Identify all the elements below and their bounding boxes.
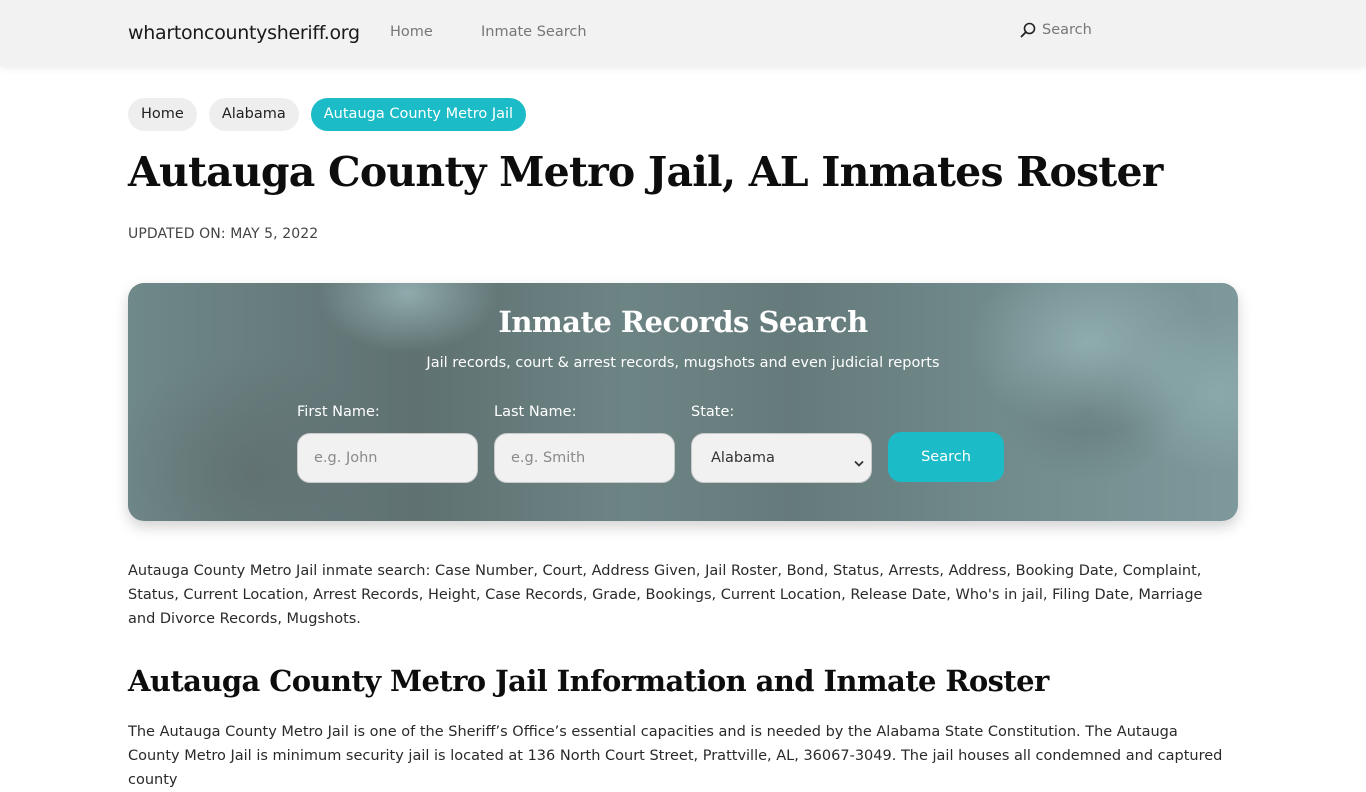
first-name-field-group: First Name: (297, 404, 478, 483)
state-select[interactable]: Alabama (691, 433, 872, 483)
page-title: Autauga County Metro Jail, AL Inmates Ro… (128, 148, 1163, 196)
info-paragraph: The Autauga County Metro Jail is one of … (128, 724, 1223, 788)
header-search-button[interactable]: Search (1020, 22, 1092, 38)
nav-home-link[interactable]: Home (390, 24, 433, 40)
last-name-field-group: Last Name: (494, 404, 675, 483)
site-brand-link[interactable]: whartoncountysheriff.org (128, 22, 360, 44)
first-name-label: First Name: (297, 404, 380, 420)
search-icon (1020, 22, 1036, 38)
last-name-input[interactable] (494, 433, 675, 483)
inmate-search-card: Inmate Records Search Jail records, cour… (128, 283, 1238, 521)
last-name-label: Last Name: (494, 404, 577, 420)
state-label: State: (691, 404, 735, 420)
breadcrumb-alabama[interactable]: Alabama (208, 98, 299, 131)
breadcrumb: Home Alabama Autauga County Metro Jail (128, 98, 527, 131)
breadcrumb-home[interactable]: Home (128, 98, 197, 131)
top-navbar: whartoncountysheriff.org Home Inmate Sea… (0, 0, 1366, 66)
breadcrumb-current-jail[interactable]: Autauga County Metro Jail (310, 98, 527, 131)
updated-date: UPDATED ON: MAY 5, 2022 (128, 226, 319, 242)
first-name-input[interactable] (297, 433, 478, 483)
search-card-title: Inmate Records Search (498, 305, 868, 339)
search-submit-button[interactable]: Search (888, 432, 1004, 482)
search-card-subtitle: Jail records, court & arrest records, mu… (426, 355, 940, 371)
section-title: Autauga County Metro Jail Information an… (128, 664, 1049, 698)
intro-paragraph: Autauga County Metro Jail inmate search:… (128, 563, 1203, 627)
state-field-group: State: Alabama (691, 404, 872, 483)
nav-inmate-search-link[interactable]: Inmate Search (481, 24, 587, 40)
header-search-label: Search (1042, 22, 1092, 38)
